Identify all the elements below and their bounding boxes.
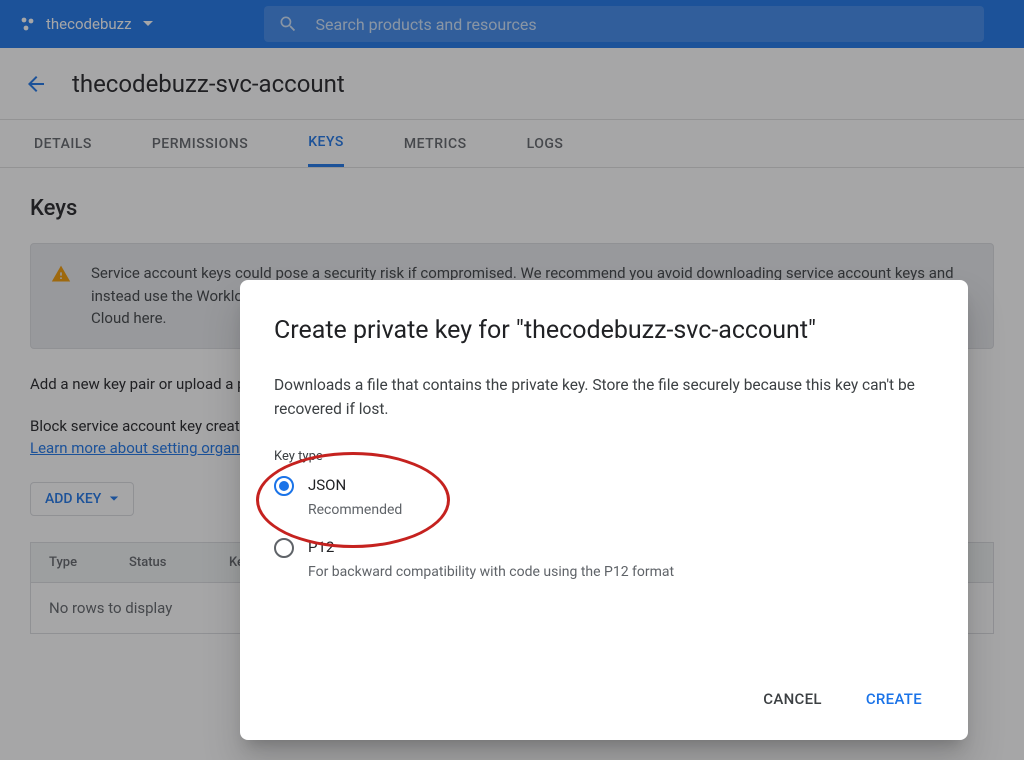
radio-json-label: JSON (308, 476, 346, 494)
radio-json-sub: Recommended (308, 502, 934, 518)
cancel-button[interactable]: CANCEL (759, 682, 826, 716)
radio-p12-control[interactable] (274, 538, 294, 558)
create-key-dialog: Create private key for "thecodebuzz-svc-… (240, 280, 968, 740)
dialog-title: Create private key for "thecodebuzz-svc-… (274, 316, 934, 345)
radio-json-control[interactable] (274, 476, 294, 496)
dialog-actions: CANCEL CREATE (274, 682, 934, 716)
radio-p12-sub: For backward compatibility with code usi… (308, 564, 934, 580)
radio-p12[interactable]: P12 (274, 538, 934, 558)
keytype-label: Key type (274, 449, 934, 464)
radio-json[interactable]: JSON (274, 476, 934, 496)
create-button[interactable]: CREATE (862, 682, 926, 716)
dialog-description: Downloads a file that contains the priva… (274, 373, 934, 421)
radio-p12-label: P12 (308, 538, 334, 556)
